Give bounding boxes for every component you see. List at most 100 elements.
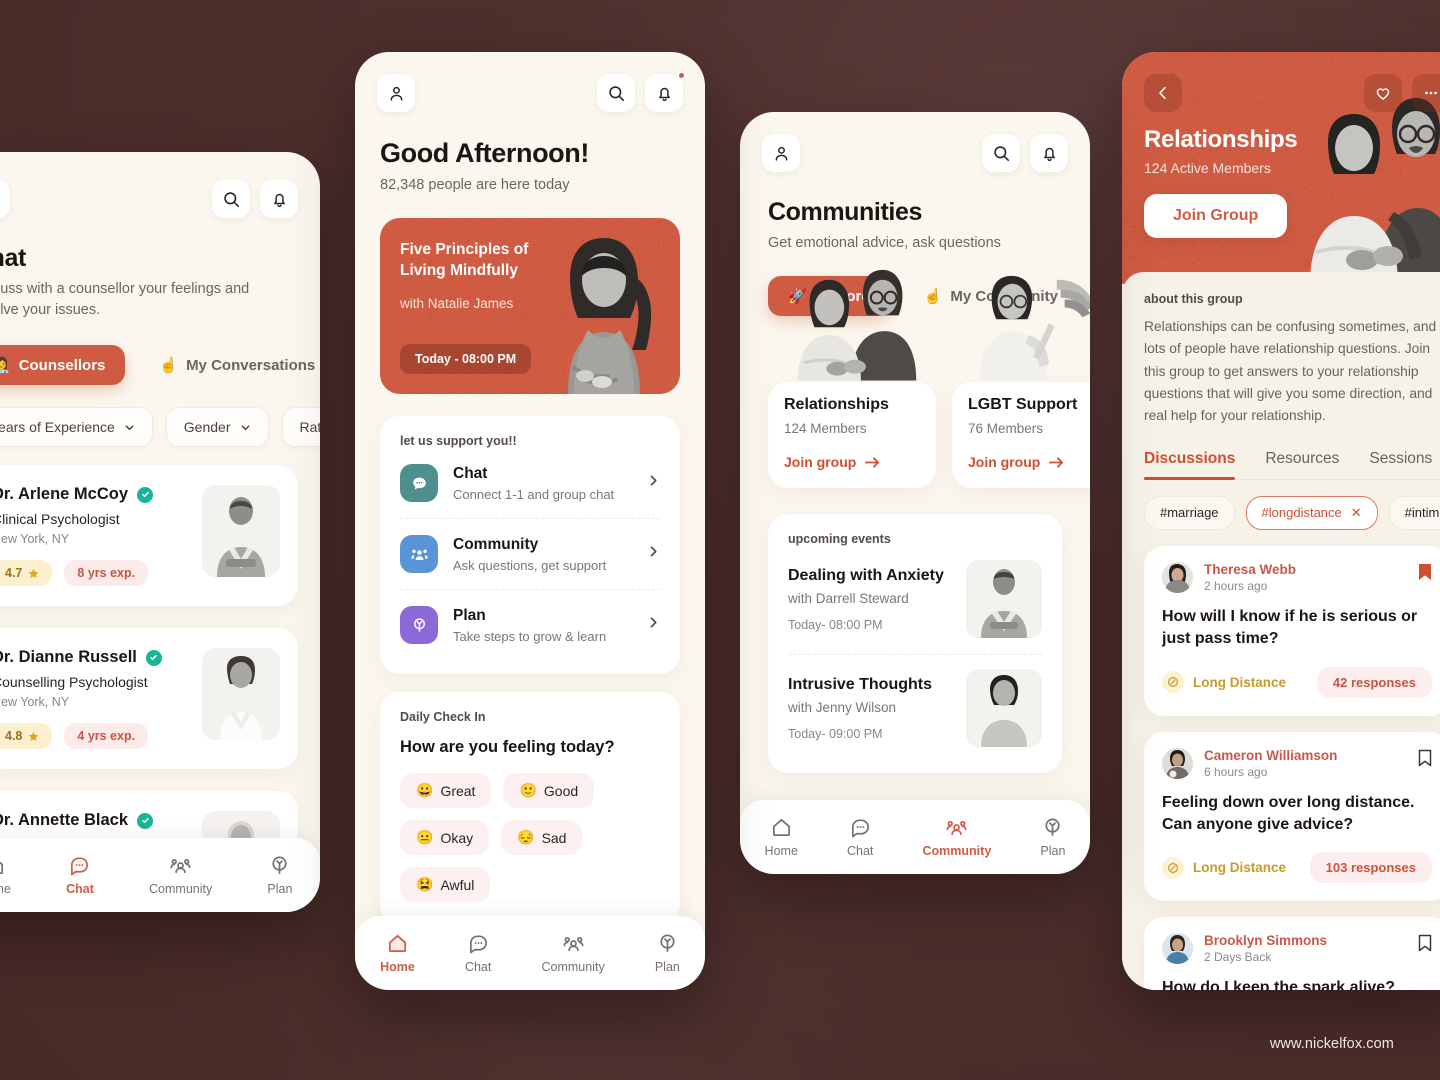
- search-button[interactable]: [212, 180, 250, 218]
- post-topic: Long Distance: [1162, 671, 1286, 693]
- mood-good[interactable]: 🙂 Good: [503, 773, 595, 809]
- join-group-label: Join group: [784, 454, 857, 471]
- nav-chat[interactable]: Chat: [847, 816, 873, 858]
- rating-badge: 4.7: [0, 560, 53, 587]
- support-card: let us support you!! Chat Connect 1-1 an…: [380, 416, 680, 675]
- counsellor-card[interactable]: Dr. Dianne Russell Counselling Psycholog…: [0, 628, 298, 770]
- tag-longdistance[interactable]: #longdistance ✕: [1245, 495, 1378, 530]
- more-options-button[interactable]: [1412, 74, 1440, 112]
- nav-plan[interactable]: Plan: [267, 854, 292, 896]
- about-text: Relationships can be confusing sometimes…: [1144, 319, 1437, 424]
- nav-community[interactable]: Community: [541, 932, 605, 974]
- notifications-button[interactable]: [1030, 134, 1068, 172]
- event-host: with Darrell Steward: [788, 590, 909, 606]
- user-icon: [775, 146, 787, 161]
- support-item-chat[interactable]: Chat Connect 1-1 and group chat: [400, 448, 660, 518]
- event-row[interactable]: Intrusive Thoughts with Jenny Wilson Tod…: [788, 654, 1042, 763]
- tag-marriage[interactable]: #marriage: [1144, 495, 1235, 530]
- nav-home[interactable]: Home: [765, 816, 798, 858]
- back-button[interactable]: [1144, 74, 1182, 112]
- tag-intimacy[interactable]: #intimacy: [1388, 495, 1440, 530]
- nav-chat-label: Chat: [847, 844, 874, 858]
- mood-great[interactable]: 😀 Great: [400, 773, 492, 809]
- tab-resources[interactable]: Resources: [1265, 450, 1339, 479]
- search-button[interactable]: [597, 74, 635, 112]
- post-card[interactable]: Brooklyn Simmons 2 Days Back How do I ke…: [1144, 917, 1440, 990]
- post-responses[interactable]: 103 responses: [1309, 852, 1432, 884]
- nav-plan-label: Plan: [654, 960, 680, 974]
- support-item-title: Plan: [453, 606, 486, 624]
- nav-home[interactable]: Home: [380, 932, 415, 974]
- join-group-button[interactable]: Join group: [784, 454, 920, 470]
- event-host: with Jenny Wilson: [788, 699, 897, 715]
- post-author: Cameron Williamson: [1204, 747, 1338, 763]
- profile-button[interactable]: [762, 134, 800, 172]
- post-responses[interactable]: 42 responses: [1316, 666, 1432, 698]
- topic-tags: #marriage #longdistance ✕ #intimacy: [1144, 495, 1440, 530]
- profile-button[interactable]: [0, 180, 10, 218]
- event-row[interactable]: Dealing with Anxiety with Darrell Stewar…: [788, 546, 1042, 654]
- bookmark-button[interactable]: [1418, 934, 1432, 957]
- community-card-relationships[interactable]: Relationships 124 Members Join group: [768, 269, 936, 489]
- tab-counsellors-label: Counsellors: [18, 356, 106, 374]
- upcoming-events-card: upcoming events Dealing with Anxiety wit…: [768, 514, 1062, 774]
- nav-community[interactable]: Community: [923, 816, 991, 858]
- nav-home[interactable]: Home: [0, 854, 11, 896]
- mood-sad[interactable]: 😔 Sad: [501, 820, 583, 856]
- nav-plan[interactable]: Plan: [655, 932, 680, 974]
- user-icon: [0, 190, 1, 209]
- community-icon: [563, 936, 584, 952]
- chat-topbar: [0, 152, 320, 218]
- tab-counsellors[interactable]: 👩‍⚕️ Counsellors: [0, 345, 126, 386]
- notifications-button[interactable]: [645, 71, 686, 112]
- join-group-button[interactable]: Join Group: [1144, 194, 1288, 238]
- filter-years-of-experience[interactable]: Years of Experience: [0, 407, 153, 448]
- checkin-label: Daily Check In: [400, 710, 486, 725]
- post-card[interactable]: Cameron Williamson 6 hours ago Feeling d…: [1144, 731, 1440, 902]
- tab-sessions[interactable]: Sessions: [1369, 450, 1432, 479]
- nav-chat-label: Chat: [66, 882, 94, 896]
- avatar: [1162, 747, 1193, 779]
- bottom-navigation: Home Chat Community Plan: [355, 916, 705, 990]
- mood-okay[interactable]: 😐 Okay: [400, 820, 490, 856]
- join-group-button[interactable]: Join group: [968, 454, 1090, 470]
- close-icon[interactable]: ✕: [1351, 505, 1362, 521]
- search-icon: [608, 85, 624, 101]
- mood-awful[interactable]: 😫 Awful: [400, 867, 491, 903]
- favorite-button[interactable]: [1364, 74, 1402, 112]
- bookmark-button[interactable]: [1418, 563, 1432, 586]
- profile-button[interactable]: [377, 74, 415, 112]
- greeting-title: Good Afternoon!: [380, 138, 589, 168]
- counsellor-emoji-icon: 👩‍⚕️: [0, 357, 11, 375]
- event-title: Dealing with Anxiety: [788, 566, 944, 584]
- community-card-lgbt-support[interactable]: LGBT Support 76 Members Join group: [952, 275, 1090, 489]
- mood-label: Awful: [440, 876, 475, 893]
- counsellor-card[interactable]: Dr. Arlene McCoy Clinical Psychologist N…: [0, 465, 298, 607]
- nav-community[interactable]: Community: [149, 854, 212, 896]
- chat-bubble-glyph: [412, 477, 426, 489]
- nav-plan[interactable]: Plan: [1040, 816, 1065, 858]
- promo-banner[interactable]: Five Principles of Living Mindfully with…: [380, 218, 680, 395]
- notifications-button[interactable]: [260, 180, 298, 218]
- event-time: Today- 08:00 PM: [788, 617, 883, 632]
- filter-gender[interactable]: Gender: [165, 407, 269, 448]
- post-time: 2 Days Back: [1204, 950, 1272, 965]
- bookmark-button[interactable]: [1418, 749, 1432, 772]
- nav-chat[interactable]: Chat: [66, 854, 94, 896]
- support-item-plan[interactable]: Plan Take steps to grow & learn: [400, 589, 660, 660]
- avatar: [1162, 561, 1193, 593]
- tab-my-conversations[interactable]: ☝️ My Conversations: [139, 345, 320, 385]
- verified-badge-icon: [137, 486, 154, 503]
- chat-tabs: 👩‍⚕️ Counsellors ☝️ My Conversations: [0, 345, 315, 386]
- filter-rating[interactable]: Rating: [281, 407, 320, 448]
- rating-value: 4.8: [5, 729, 23, 744]
- watermark: www.nickelfox.com: [1269, 1036, 1394, 1052]
- page-title: Communities: [768, 198, 922, 226]
- nav-chat[interactable]: Chat: [465, 932, 491, 974]
- tab-discussions[interactable]: Discussions: [1144, 450, 1236, 480]
- events-label: upcoming events: [788, 532, 891, 547]
- support-item-community[interactable]: Community Ask questions, get support: [400, 518, 660, 589]
- post-card[interactable]: Theresa Webb 2 hours ago How will I know…: [1144, 545, 1440, 716]
- people-icon: [400, 535, 438, 574]
- search-button[interactable]: [982, 134, 1020, 172]
